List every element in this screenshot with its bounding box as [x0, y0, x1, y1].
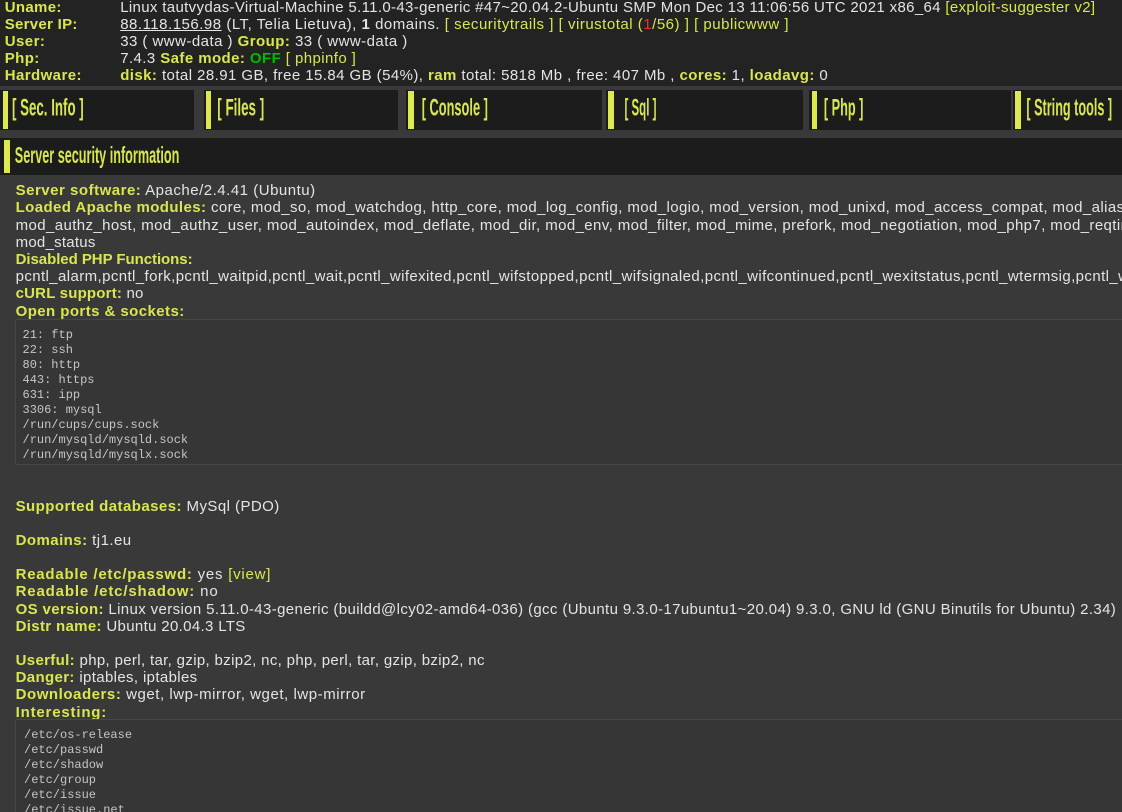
svg-text:[ String tools ]: [ String tools ]	[1026, 95, 1112, 122]
svg-text:[ Sec. Info ]: [ Sec. Info ]	[12, 95, 84, 122]
svg-text:[ Php ]: [ Php ]	[824, 95, 864, 122]
svg-text:Server security information: Server security information	[15, 142, 180, 168]
svg-text:[ Sql ]: [ Sql ]	[624, 95, 656, 122]
svg-text:[ Files ]: [ Files ]	[217, 95, 264, 122]
svg-text:[ Console ]: [ Console ]	[421, 95, 487, 122]
